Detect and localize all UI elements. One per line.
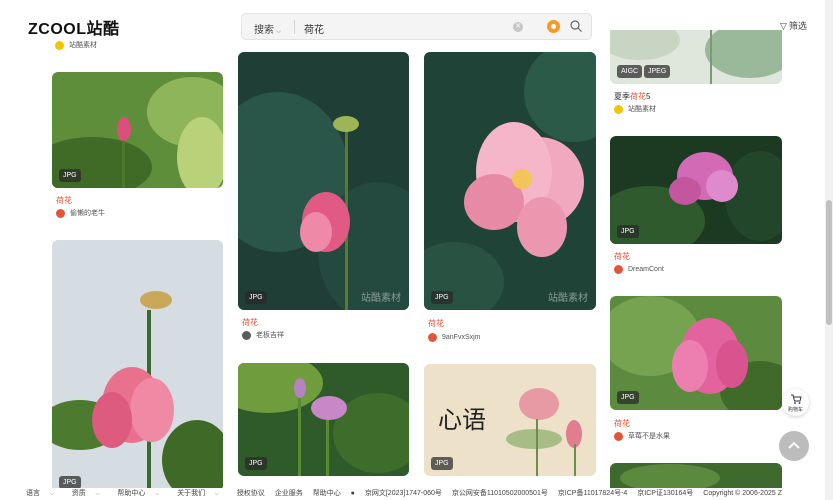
image-card[interactable]: 心语 JPG xyxy=(424,364,596,476)
footer-menu-qualification[interactable]: 资质 ⌵ xyxy=(72,488,108,498)
avatar xyxy=(614,264,623,274)
search-icon[interactable] xyxy=(569,19,583,33)
search-divider xyxy=(294,20,295,34)
cart-label: 购物车 xyxy=(787,407,803,413)
title-text: 5 xyxy=(646,92,651,101)
footer-link[interactable]: 企业服务 xyxy=(275,488,303,498)
search-scope-dropdown[interactable]: 搜索 ⌵ xyxy=(254,21,281,36)
scrollbar-thumb[interactable] xyxy=(826,200,832,325)
footer-bar: 语言 ⌵ 资质 ⌵ 帮助中心 ⌵ 关于我们 ⌵ 授权协议 企业服务 帮助中心 ●… xyxy=(0,488,825,500)
format-badge: AIGC xyxy=(617,65,643,78)
format-badge: JPG xyxy=(245,291,267,304)
format-badge: JPG xyxy=(59,169,81,182)
format-badge: JPG xyxy=(617,225,639,238)
avatar xyxy=(428,332,437,342)
footer-menu-help[interactable]: 帮助中心 ⌵ xyxy=(117,488,167,498)
filter-label: 筛选 xyxy=(788,21,807,31)
footer-link[interactable]: 帮助中心 xyxy=(313,488,341,498)
card-author[interactable]: 站酷素材 xyxy=(614,104,656,115)
footer-menu-label: 资质 xyxy=(71,490,86,497)
watermark: 站酷素材 xyxy=(548,293,588,304)
image-card[interactable]: JPG 站酷素材 xyxy=(424,52,596,310)
camera-search-icon[interactable] xyxy=(547,20,560,33)
cart-icon xyxy=(791,394,802,404)
card-author[interactable]: 偷懒的老牛 xyxy=(56,208,105,219)
image-card[interactable]: JPG xyxy=(610,296,782,410)
clear-icon[interactable]: ✕ xyxy=(513,22,523,32)
chevron-down-icon: ⌵ xyxy=(155,491,160,497)
card-title[interactable]: 荷花 xyxy=(56,195,72,206)
copyright-text: Copyright © 2006-2025 Z xyxy=(703,490,782,497)
format-badge: JPG xyxy=(245,457,267,470)
chevron-down-icon: ⌵ xyxy=(276,28,282,35)
author-name: 站酷素材 xyxy=(69,42,97,49)
watermark: 站酷素材 xyxy=(361,293,401,304)
footer-link[interactable]: 授权协议 xyxy=(237,488,265,498)
footer-record[interactable]: 京网文[2023]1747-060号 xyxy=(365,488,442,498)
back-to-top-button[interactable] xyxy=(779,431,809,461)
author-name: 偷懒的老牛 xyxy=(70,210,105,217)
image-card[interactable]: AIGC JPEG xyxy=(610,30,782,84)
title-keyword: 荷花 xyxy=(630,92,646,101)
format-badge: JPG xyxy=(431,291,453,304)
footer-menu-label: 关于我们 xyxy=(177,490,206,497)
search-input[interactable] xyxy=(302,19,506,37)
author-name: 草莓不是水果 xyxy=(628,433,670,440)
filter-button[interactable]: ▽ 筛选 xyxy=(780,19,807,32)
weibo-icon[interactable]: ● xyxy=(351,490,355,497)
image-card[interactable]: JPG xyxy=(610,136,782,244)
image-card[interactable]: JPG xyxy=(52,240,223,495)
image-card[interactable]: JPG xyxy=(238,363,409,476)
image-card[interactable] xyxy=(610,463,782,488)
image-card[interactable]: JPG xyxy=(52,72,223,188)
author-name: 老板吉祥 xyxy=(256,332,284,339)
avatar xyxy=(55,40,64,50)
lotus-leaves-photo xyxy=(610,463,782,488)
avatar xyxy=(614,104,623,114)
image-card[interactable]: JPG 站酷素材 xyxy=(238,52,409,310)
lotus-flower-photo xyxy=(52,240,223,495)
zcool-logo[interactable]: ZCOOL站酷 xyxy=(28,15,120,39)
search-scope-label: 搜索 xyxy=(254,25,274,36)
card-title[interactable]: 荷花 xyxy=(614,418,630,429)
footer-menu-language[interactable]: 语言 ⌵ xyxy=(26,488,62,498)
card-author[interactable]: 站酷素材 xyxy=(55,40,97,51)
footer-menu-about[interactable]: 关于我们 ⌵ xyxy=(177,488,227,498)
avatar xyxy=(242,330,251,340)
chevron-down-icon: ⌵ xyxy=(215,491,219,497)
card-author[interactable]: 老板吉祥 xyxy=(242,330,284,341)
calligraphy-text: 心语 xyxy=(438,406,486,434)
footer-menu-label: 语言 xyxy=(26,490,40,497)
card-title[interactable]: 荷花 xyxy=(614,251,630,262)
author-name: 9anFvxSxjm xyxy=(442,334,481,341)
card-title[interactable]: 荷花 xyxy=(242,317,258,328)
title-text: 夏季 xyxy=(614,92,630,101)
card-author[interactable]: DreamCont xyxy=(614,264,664,275)
footer-record[interactable]: 京ICP备11017824号-4 xyxy=(558,488,628,498)
scrollbar[interactable] xyxy=(825,0,833,500)
format-badge: JPG xyxy=(617,391,639,404)
chevron-down-icon: ⌵ xyxy=(95,491,100,497)
lotus-flower-photo xyxy=(424,52,596,310)
search-box[interactable]: 搜索⌵ ✕ xyxy=(241,13,592,40)
chevron-up-icon xyxy=(788,441,800,449)
avatar xyxy=(56,208,65,218)
footer-record[interactable]: 京ICP证130164号 xyxy=(637,488,693,498)
author-name: DreamCont xyxy=(628,266,664,273)
footer-record[interactable]: 京公网安备11010502000501号 xyxy=(452,488,548,498)
format-badge: JPEG xyxy=(644,65,671,78)
card-title[interactable]: 夏季荷花5 xyxy=(614,91,650,102)
lotus-bud-photo xyxy=(238,52,409,310)
footer-menu-label: 帮助中心 xyxy=(117,490,146,497)
card-author[interactable]: 草莓不是水果 xyxy=(614,431,670,442)
cart-button[interactable]: 购物车 xyxy=(782,389,809,416)
author-name: 站酷素材 xyxy=(628,106,656,113)
card-author[interactable]: 9anFvxSxjm xyxy=(428,332,481,343)
chevron-down-icon: ⌵ xyxy=(49,491,54,497)
card-title[interactable]: 荷花 xyxy=(428,318,444,329)
format-badge: JPG xyxy=(431,457,453,470)
avatar xyxy=(614,431,623,441)
